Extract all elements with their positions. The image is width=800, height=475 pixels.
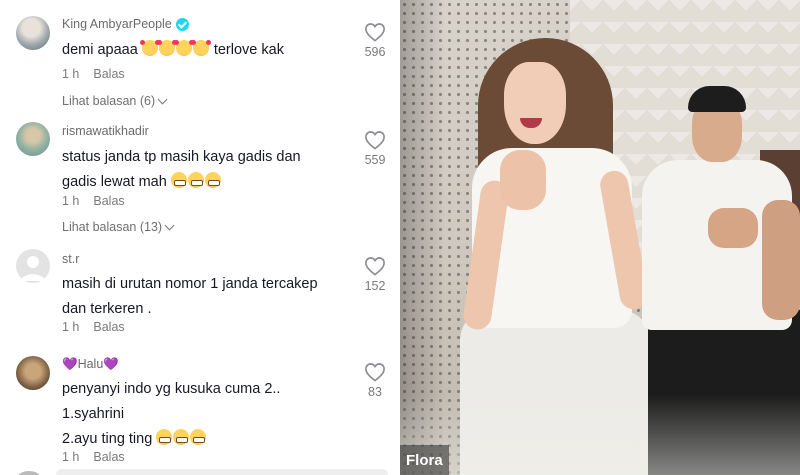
like-count: 596	[364, 45, 386, 59]
comment-input-bar	[0, 467, 400, 475]
comment-text-end: terlove kak	[209, 42, 284, 58]
like-button[interactable]: 152	[358, 256, 392, 293]
avatar[interactable]	[16, 249, 50, 283]
comment-username[interactable]: King AmbyarPeople	[62, 17, 189, 31]
video-shape	[762, 200, 800, 320]
comment-time: 1 h	[62, 67, 80, 81]
reply-button[interactable]: Balas	[93, 194, 124, 208]
comment-text-start: demi apaaa	[62, 42, 142, 58]
comment-username[interactable]: 💜Halu💜	[62, 357, 119, 372]
comment-line: gadis lewat mah	[62, 174, 171, 190]
avatar[interactable]	[16, 122, 50, 156]
grinning-face-icon	[204, 172, 221, 188]
grinning-face-icon	[156, 429, 173, 445]
video-shape	[708, 208, 758, 248]
avatar	[18, 471, 40, 475]
comment-text: penyanyi indo yg kusuka cuma 2.. 1.syahr…	[62, 377, 352, 452]
comment-line: masih di urutan nomor 1 janda tercakep	[62, 276, 318, 292]
avatar[interactable]	[16, 356, 50, 390]
like-count: 152	[364, 279, 386, 293]
video-shape	[688, 86, 746, 112]
username-text: rismawatikhadir	[62, 124, 149, 138]
comment-username[interactable]: rismawatikhadir	[62, 124, 149, 138]
view-replies-label: Lihat balasan (6)	[62, 94, 156, 108]
like-button[interactable]: 83	[358, 362, 392, 399]
video-player[interactable]: Flora	[400, 0, 800, 475]
chevron-down-icon	[164, 220, 175, 230]
view-replies-button[interactable]: Lihat balasan (13)	[62, 220, 175, 234]
smiling-face-with-hearts-icon	[139, 40, 160, 56]
comment-line-with-emoji: gadis lewat mah	[62, 170, 352, 195]
verified-badge-icon	[175, 17, 189, 31]
comment-line: status janda tp masih kaya gadis dan	[62, 149, 301, 165]
comment-line: dan terkeren .	[62, 301, 152, 317]
username-text: 💜Halu💜	[62, 357, 119, 371]
reply-button[interactable]: Balas	[93, 450, 124, 464]
video-shape	[500, 150, 546, 210]
creator-name: Flora	[406, 451, 443, 469]
like-button[interactable]: 596	[358, 22, 392, 59]
view-replies-label: Lihat balasan (13)	[62, 220, 163, 234]
reply-button[interactable]: Balas	[93, 320, 124, 334]
like-button[interactable]: 559	[358, 130, 392, 167]
comment-list: King AmbyarPeople demi apaaa terlove kak…	[0, 0, 400, 475]
comment-meta: 1 h Balas	[62, 194, 125, 208]
chevron-down-icon	[157, 94, 168, 104]
heart-outline-icon	[365, 23, 385, 42]
default-avatar-icon	[21, 256, 45, 281]
comment-time: 1 h	[62, 194, 80, 208]
grinning-face-icon	[190, 429, 207, 445]
comment-username[interactable]: st.r	[62, 252, 79, 266]
comment-meta: 1 h Balas	[62, 67, 125, 81]
grinning-face-icon	[187, 172, 204, 188]
heart-outline-icon	[365, 363, 385, 382]
smiling-face-with-hearts-icon	[173, 40, 194, 56]
comment-meta: 1 h Balas	[62, 320, 125, 334]
like-count: 559	[364, 153, 386, 167]
comment-line-with-emoji: 2.ayu ting ting	[62, 427, 352, 452]
comment-input[interactable]	[56, 469, 388, 475]
comment-time: 1 h	[62, 320, 80, 334]
creator-label: Flora	[400, 445, 449, 475]
smiling-face-with-hearts-icon	[190, 40, 211, 56]
comment-line: 2.ayu ting ting	[62, 431, 157, 447]
heart-outline-icon	[365, 131, 385, 150]
comment-line: penyanyi indo yg kusuka cuma 2..	[62, 381, 281, 397]
comment-meta: 1 h Balas	[62, 450, 125, 464]
comment-time: 1 h	[62, 450, 80, 464]
video-shape	[504, 62, 566, 144]
view-replies-button[interactable]: Lihat balasan (6)	[62, 94, 168, 108]
video-background	[400, 395, 800, 475]
comment-text: status janda tp masih kaya gadis dan gad…	[62, 145, 352, 195]
grinning-face-icon	[173, 429, 190, 445]
comment-text: demi apaaa terlove kak	[62, 38, 352, 63]
reply-button[interactable]: Balas	[93, 67, 124, 81]
comment-text: masih di urutan nomor 1 janda tercakep d…	[62, 272, 352, 322]
avatar[interactable]	[16, 16, 50, 50]
like-count: 83	[368, 385, 382, 399]
username-text: st.r	[62, 252, 80, 266]
smiling-face-with-hearts-icon	[156, 40, 177, 56]
heart-outline-icon	[365, 257, 385, 276]
comment-line: 1.syahrini	[62, 406, 125, 422]
grinning-face-icon	[170, 172, 187, 188]
username-text: King AmbyarPeople	[62, 17, 172, 31]
